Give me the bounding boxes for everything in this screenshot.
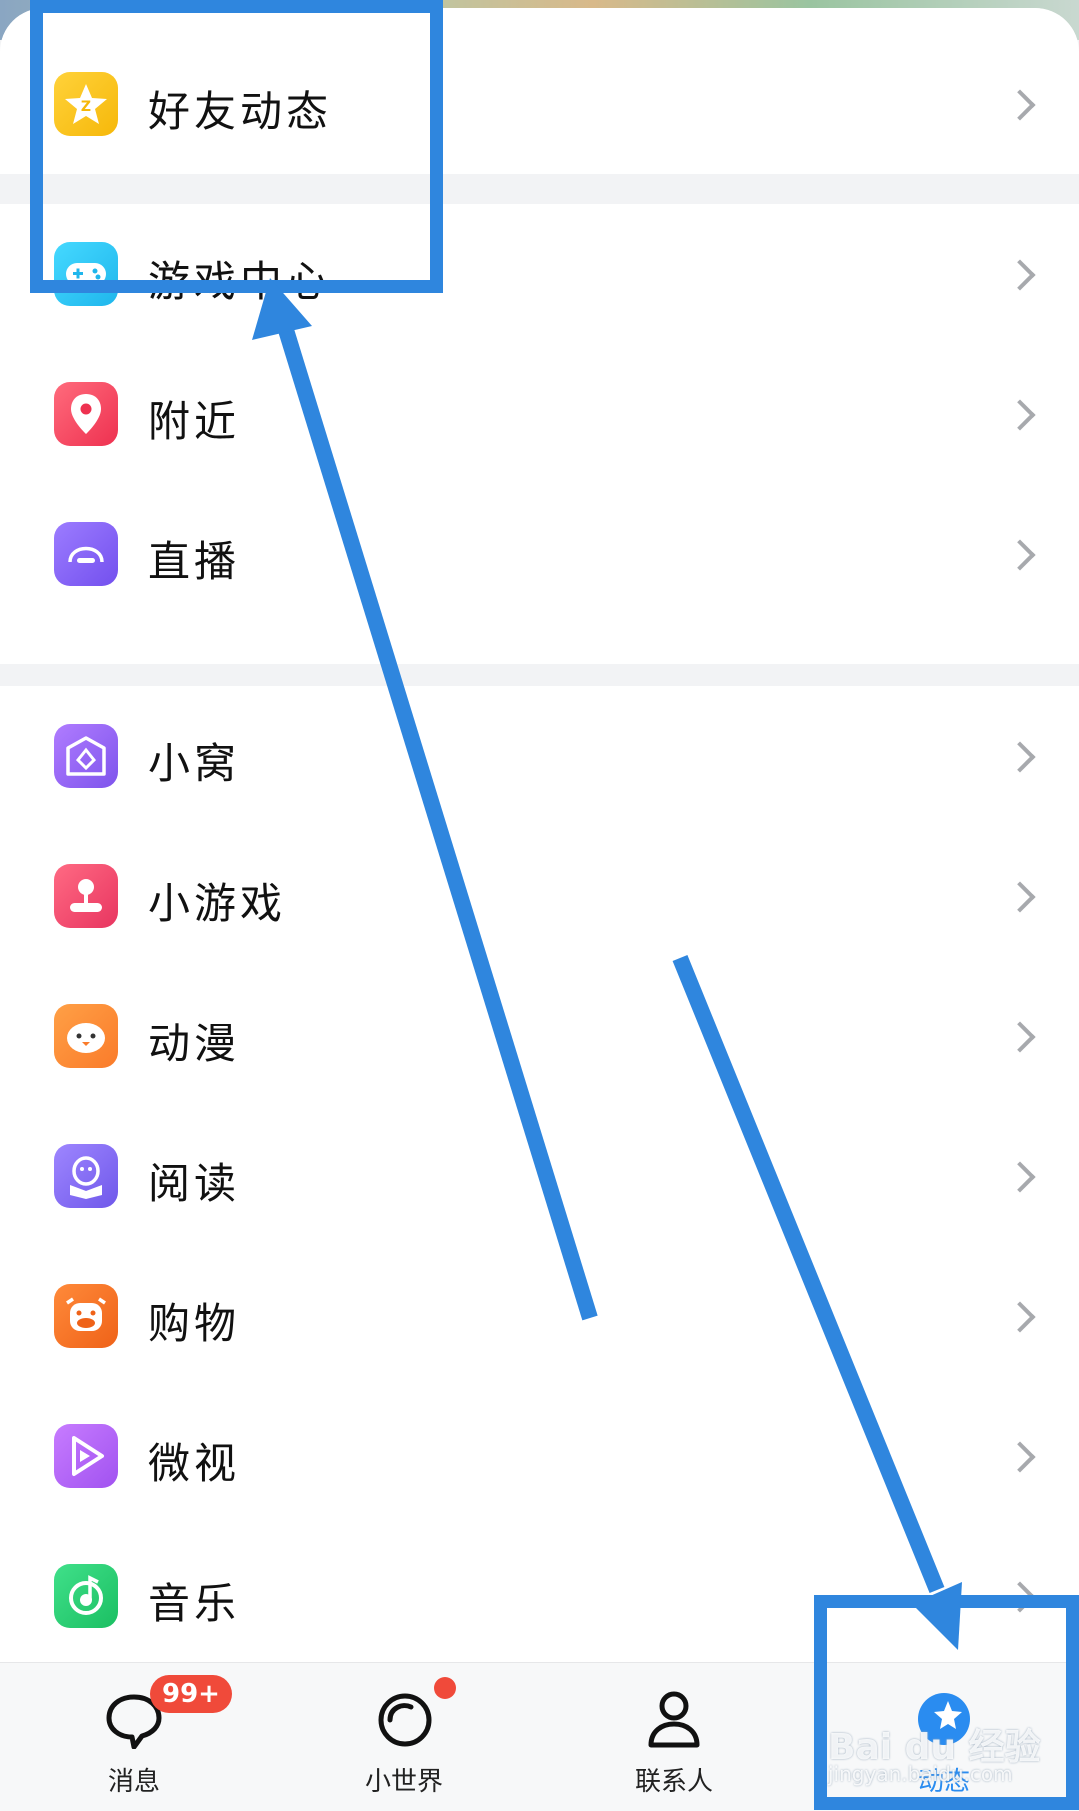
- arrow-to-friends-feed: [278, 327, 598, 1321]
- arrowhead-up-icon: [252, 278, 312, 340]
- annotation-arrows: [252, 278, 962, 1650]
- arrowhead-down-icon: [912, 1582, 962, 1650]
- arrow-to-feed-tab: [672, 954, 945, 1594]
